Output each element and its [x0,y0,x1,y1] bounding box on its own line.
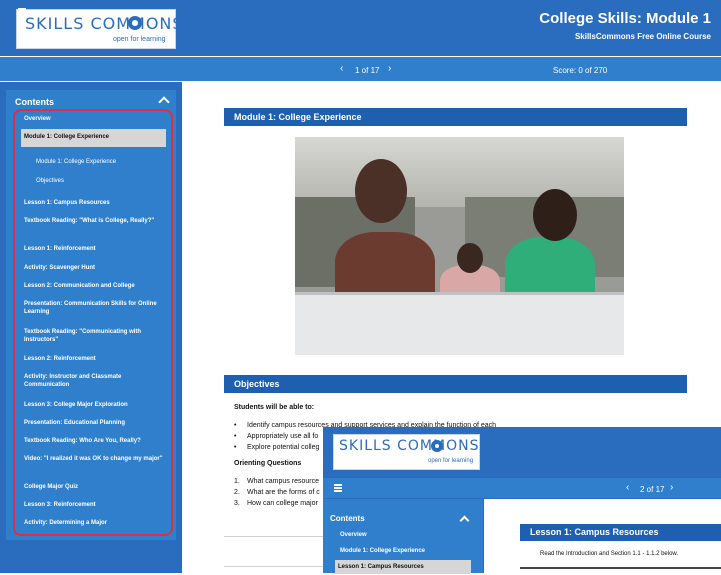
hamburger-icon[interactable] [18,8,26,16]
divider [224,566,324,567]
overlay-sidebar-item-lesson-1-active[interactable]: Lesson 1: Campus Resources [335,560,471,574]
orienting-question: How can college major [247,500,318,507]
bullet-marker: • [234,433,237,440]
score-display: Score: 0 of 270 [553,66,608,75]
orienting-questions-heading: Orienting Questions [234,460,302,467]
overlay-skills-commons-logo[interactable]: SKILLS COMMONS open for learning [333,434,480,470]
skills-commons-logo[interactable]: SKILLS COMMONS open for learning [16,9,183,49]
objective-bullet: Explore potential colleg [247,444,320,451]
overlay-page-indicator: 2 of 17 [640,485,665,494]
course-subtitle: SkillsCommons Free Online Course [574,32,711,41]
logo-tagline: open for learning [113,36,166,43]
sidebar-item-overview[interactable]: Overview [24,115,164,123]
sidebar-item-educational-planning[interactable]: Presentation: Educational Planning [24,419,164,427]
sidebar-item-presentation-communication[interactable]: Presentation: Communication Skills for O… [24,300,164,316]
sidebar-item-lesson-2[interactable]: Lesson 2: Communication and College [24,282,164,290]
logo-text: SKILLS COMMONS [25,14,184,33]
sidebar-subitem-module-1[interactable]: Module 1: College Experience [36,158,176,166]
highlight-outline [13,109,173,536]
sidebar-item-instructor-communication[interactable]: Activity: Instructor and Classmate Commu… [24,373,164,389]
students-photo [295,137,624,355]
overlay-logo-tagline: open for learning [428,458,474,464]
sidebar-item-module-1-active[interactable]: Module 1: College Experience [21,129,166,147]
course-title: College Skills: Module 1 [539,10,711,27]
overlay-sidebar-item-module-1[interactable]: Module 1: College Experience [340,547,480,555]
sidebar-subitem-objectives[interactable]: Objectives [36,177,176,185]
overlay-content-box [520,567,721,575]
sidebar-item-determining-major[interactable]: Activity: Determining a Major [24,519,164,527]
question-number: 2. [234,489,240,496]
bullet-marker: • [234,422,237,429]
sidebar-item-scavenger-hunt[interactable]: Activity: Scavenger Hunt [24,264,164,272]
objectives-title: Objectives [224,375,687,393]
gear-icon [431,440,443,452]
bullet-marker: • [234,444,237,451]
overlay-section-title: Lesson 1: Campus Resources [520,524,721,541]
sidebar-item-who-are-you[interactable]: Textbook Reading: Who Are You, Really? [24,437,164,445]
sidebar-item-textbook-reading-2[interactable]: Textbook Reading: "Communicating with In… [24,328,164,344]
sidebar-item-video-major[interactable]: Video: "I realized it was OK to change m… [24,455,164,463]
divider [224,536,324,537]
page-indicator: 1 of 17 [355,66,380,75]
sidebar-item-textbook-reading-1[interactable]: Textbook Reading: "What is College, Real… [24,217,164,225]
orienting-question: What campus resource [247,478,319,485]
sidebar-item-lesson-1-reinforcement[interactable]: Lesson 1: Reinforcement [24,245,164,253]
next-page-button[interactable]: › [388,63,391,74]
question-number: 3. [234,500,240,507]
objective-bullet: Appropriately use all fo [247,433,319,440]
overlay-next-page-button[interactable]: › [670,482,673,493]
overlay-contents-heading: Contents [330,514,365,523]
sidebar-item-lesson-3-reinforcement[interactable]: Lesson 3: Reinforcement [24,501,164,509]
sidebar-item-lesson-3[interactable]: Lesson 3: College Major Exploration [24,401,164,409]
sidebar-item-lesson-2-reinforcement[interactable]: Lesson 2: Reinforcement [24,355,164,363]
sidebar-item-major-quiz[interactable]: College Major Quiz [24,483,164,491]
sidebar-item-lesson-1[interactable]: Lesson 1: Campus Resources [24,199,164,207]
orienting-question: What are the forms of c [247,489,320,496]
students-heading: Students will be able to: [234,404,315,411]
overlay-logo-text: SKILLS COMMONS [339,438,480,454]
question-number: 1. [234,478,240,485]
overlay-sidebar-item-overview[interactable]: Overview [340,531,480,539]
gear-icon [128,16,142,30]
overlay-intro-text: Read the Introduction and Section 1.1 - … [540,551,679,557]
overlay-prev-page-button[interactable]: ‹ [626,482,629,493]
section-title: Module 1: College Experience [224,108,687,126]
overlay-hamburger-icon[interactable] [334,484,342,492]
contents-heading: Contents [15,97,54,107]
prev-page-button[interactable]: ‹ [340,63,343,74]
